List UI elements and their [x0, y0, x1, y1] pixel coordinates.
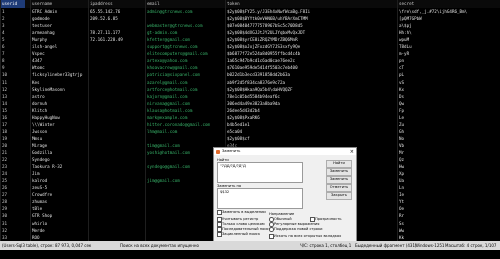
status-left: (Users-Sql3 table), строк: 87 973, 0,047…	[2, 243, 92, 248]
column-header-secret[interactable]: secret	[399, 0, 499, 8]
direction-label: Направление	[269, 212, 295, 216]
find-value: "7ДД/?Д/?Д"Д	[220, 164, 246, 168]
mark-button[interactable]: Отметить	[326, 184, 352, 192]
replace-dialog[interactable]: Заменить × Найти "7ДД/?Д/?Д"Д Заменить н…	[213, 147, 357, 243]
sequential-search-checkbox[interactable]	[217, 227, 222, 232]
replace-in-selection-checkbox[interactable]	[217, 210, 222, 215]
transparency-checkbox[interactable]	[310, 217, 315, 222]
whole-word-label: Только слово целиком	[222, 221, 265, 226]
match-case-label: Учитывать регистр	[222, 216, 259, 221]
mode-normal-label: Обычный	[274, 216, 292, 221]
app-icon	[216, 149, 220, 154]
sequential-search-label: Последовательный поиск	[222, 226, 271, 231]
column-secret: secret \fre\sdf,_j.#72\ijhG4R6_Bm\ [pQM7GP…	[398, 0, 500, 241]
column-userid: userid 1 2 3 4 5 6 7 8 9 10 11 12 13 14 15 16 17 18 19 20 21 2…	[1, 0, 31, 241]
whole-word-checkbox[interactable]	[217, 222, 222, 227]
column-header-username[interactable]: username	[32, 0, 88, 8]
transparency-label: Прозрачность	[315, 216, 342, 221]
close-button[interactable]: Закрыть	[326, 192, 352, 200]
status-zoom: Масштаб: 4 строк, 1/107 строк	[445, 243, 497, 257]
replace-button[interactable]: Заменить	[326, 168, 352, 176]
table-cell[interactable]: Kk	[399, 234, 499, 241]
replace-all-button[interactable]: Заменить все	[326, 176, 352, 187]
dialog-titlebar[interactable]: Заменить ×	[214, 148, 356, 155]
column-header-userid[interactable]: userid	[2, 0, 30, 8]
mode-newline-radio[interactable]	[269, 227, 274, 232]
status-position: Ч/С: строка 1, столбец 1	[300, 243, 352, 248]
column-header-ip[interactable]: ipaddress	[90, 0, 145, 8]
status-middle: Поиск на всех документах ипущенно	[120, 243, 199, 248]
mode-regex-label: Регулярные выражения	[274, 221, 320, 226]
table-cell[interactable]	[90, 234, 145, 241]
replace-input[interactable]: $$32	[217, 188, 303, 209]
status-bar: (Users-Sql3 table), строк: 87 973, 0,047…	[0, 241, 500, 257]
column-ip: ipaddress 65.55.142.76 209.52.6.85 78.27.11…	[89, 0, 146, 241]
find-input[interactable]: "7ДД/?Д/?Д"Д	[217, 162, 303, 183]
column-header-email[interactable]: email	[147, 0, 225, 8]
column-header-token[interactable]: token	[227, 0, 397, 8]
all-tabs-label: Искать на всех открытых вкладках	[274, 233, 342, 238]
mode-regex-radio[interactable]	[269, 222, 274, 227]
find-next-button[interactable]: Найти далее	[326, 160, 352, 171]
replace-in-selection-label: Заменять в выделении	[222, 209, 266, 214]
replace-value: $$32	[220, 190, 230, 194]
column-username: username GTRC Admin godmode testuser armeanh…	[31, 0, 89, 241]
wrap-around-checkbox[interactable]	[217, 232, 222, 237]
table-cell[interactable]: 33	[2, 234, 30, 241]
wrap-around-label: Зацикленный поиск	[222, 231, 261, 236]
dialog-title: Заменить	[222, 149, 241, 153]
close-icon[interactable]: ×	[350, 149, 354, 155]
mode-newline-label: Поддержка новой строки	[274, 226, 323, 231]
match-case-checkbox[interactable]	[217, 217, 222, 222]
status-selection: Быдеденный фрагмент (431)	[355, 243, 417, 248]
table-cell[interactable]: ROO	[32, 234, 88, 241]
all-tabs-checkbox[interactable]	[269, 234, 274, 239]
status-encoding: Windows-1251	[415, 243, 445, 248]
mode-normal-radio[interactable]	[269, 217, 274, 222]
